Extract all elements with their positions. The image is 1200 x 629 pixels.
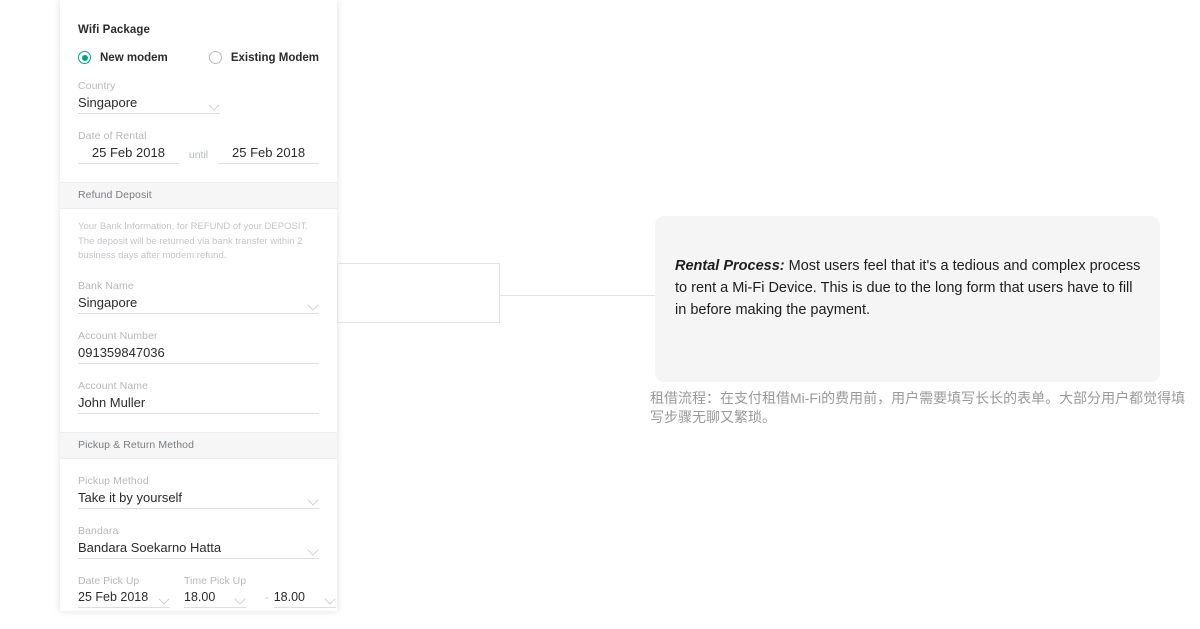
radio-option-new-modem[interactable]: New modem	[78, 51, 209, 64]
wifi-package-title: Wifi Package	[78, 24, 151, 36]
label-time-pick-up: Time Pick Up	[184, 575, 247, 588]
country-select[interactable]: Singapore	[78, 95, 220, 114]
field-date-of-rental: Date of Rental 25 Feb 2018 until 25 Feb …	[78, 130, 319, 164]
wifi-package-radio-group: New modem Existing Modem	[78, 51, 319, 64]
bandara-value: Bandara Soekarno Hatta	[78, 540, 222, 556]
field-pickup-method: Pickup Method Take it by yourself	[78, 475, 319, 510]
date-pick-up-value: 25 Feb 2018	[78, 590, 149, 605]
refund-deposit-section: Your Bank Information, for REFUND of you…	[60, 220, 337, 415]
label-bank-name: Bank Name	[78, 280, 134, 293]
field-account-name: Account Name John Muller	[78, 380, 319, 415]
radio-selected-icon[interactable]	[78, 51, 91, 64]
label-pickup-method: Pickup Method	[78, 475, 149, 488]
date-of-rental-to-input[interactable]: 25 Feb 2018	[218, 145, 319, 164]
time-range-dash: -	[265, 592, 269, 605]
chevron-down-icon[interactable]	[235, 595, 246, 602]
field-time-pick-up-from: Time Pick Up 18.00	[184, 575, 247, 609]
date-of-rental-row: 25 Feb 2018 until 25 Feb 2018	[78, 145, 319, 164]
label-date-pick-up: Date Pick Up	[78, 575, 140, 588]
annotation-text-block: Rental Process: Most users feel that it'…	[675, 256, 1145, 321]
radio-label-new-modem: New modem	[100, 51, 168, 64]
annotation-lead: Rental Process:	[675, 258, 785, 274]
bandara-select[interactable]: Bandara Soekarno Hatta	[78, 540, 319, 560]
label-bandara: Bandara	[78, 525, 119, 538]
radio-option-existing-modem[interactable]: Existing Modem	[208, 51, 319, 64]
time-pick-up-from-value: 18.00	[184, 590, 216, 605]
annotation-chinese-text: 租借流程：在支付租借Mi-Fi的费用前，用户需要填写长长的表单。大部分用户都觉得…	[650, 390, 1186, 425]
account-name-input[interactable]: John Muller	[78, 395, 319, 415]
chevron-down-icon[interactable]	[325, 595, 336, 602]
chevron-down-icon[interactable]	[209, 101, 220, 108]
field-date-pick-up: Date Pick Up 25 Feb 2018	[78, 575, 170, 609]
pickup-return-section: Pickup Method Take it by yourself Bandar…	[60, 475, 337, 611]
label-account-name: Account Name	[78, 380, 149, 393]
bank-name-select[interactable]: Singapore	[78, 295, 319, 315]
chevron-down-icon[interactable]	[308, 301, 319, 308]
section-header-refund-deposit: Refund Deposit	[60, 182, 337, 209]
pickup-method-value: Take it by yourself	[78, 490, 183, 506]
chevron-down-icon[interactable]	[308, 496, 319, 503]
time-pick-up-to-select[interactable]: 18.00	[273, 590, 336, 609]
field-country: Country Singapore	[78, 80, 319, 114]
label-country: Country	[78, 80, 116, 92]
section-header-pickup-return: Pickup & Return Method	[60, 432, 337, 460]
label-date-of-rental: Date of Rental	[78, 130, 147, 142]
wifi-package-section: Wifi Package New modem Existing Modem Co…	[60, 0, 337, 164]
date-of-rental-from-input[interactable]: 25 Feb 2018	[78, 145, 179, 164]
account-number-value: 091359847036	[78, 345, 165, 361]
callout-highlight-box	[337, 263, 500, 323]
account-number-input[interactable]: 091359847036	[78, 345, 319, 365]
label-account-number: Account Number	[78, 330, 158, 343]
chevron-down-icon[interactable]	[308, 546, 319, 553]
pickup-method-select[interactable]: Take it by yourself	[78, 490, 319, 510]
rental-form-panel: Wifi Package New modem Existing Modem Co…	[60, 0, 337, 611]
bank-name-value: Singapore	[78, 295, 138, 311]
radio-label-existing-modem: Existing Modem	[230, 51, 319, 64]
field-account-number: Account Number 091359847036	[78, 330, 319, 365]
refund-deposit-note: Your Bank Information, for REFUND of you…	[78, 221, 308, 262]
date-pick-up-select[interactable]: 25 Feb 2018	[78, 590, 170, 609]
form-body: Wifi Package New modem Existing Modem Co…	[60, 0, 337, 611]
time-pick-up-to-value: 18.00	[273, 590, 305, 605]
chevron-down-icon[interactable]	[159, 595, 170, 602]
time-pick-up-from-select[interactable]: 18.00	[184, 590, 246, 609]
date-of-rental-separator: until	[188, 149, 209, 161]
field-bandara: Bandara Bandara Soekarno Hatta	[78, 525, 319, 560]
pickup-datetime-row: Date Pick Up 25 Feb 2018 Time Pick Up 18…	[78, 575, 336, 609]
field-bank-name: Bank Name Singapore	[78, 280, 319, 315]
field-time-pick-up-to: 18.00	[273, 590, 336, 609]
account-name-value: John Muller	[78, 395, 146, 411]
radio-unselected-icon[interactable]	[208, 51, 222, 64]
country-value: Singapore	[78, 95, 138, 110]
callout-connector-line	[500, 295, 656, 296]
